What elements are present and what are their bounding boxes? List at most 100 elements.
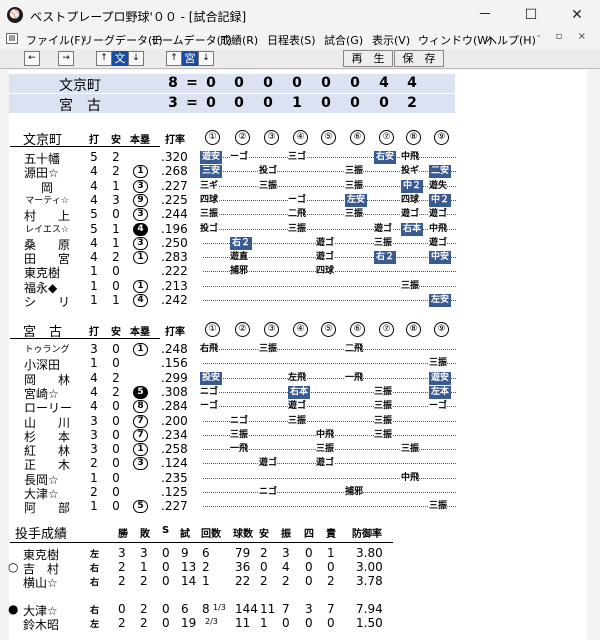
play-result: 遊ゴ — [316, 236, 335, 250]
batter-name[interactable]: 田宮 — [24, 250, 70, 267]
batter-name[interactable]: 杉本 — [24, 428, 70, 444]
save-button[interactable]: 保 存 — [394, 50, 444, 67]
batter-name[interactable]: トゥラング — [24, 342, 70, 356]
batter-name[interactable]: シリ — [24, 293, 70, 309]
batter-name[interactable]: 長岡☆ — [24, 471, 70, 487]
hits: 2 — [112, 250, 120, 265]
hits: 3 — [112, 192, 120, 207]
pitcher-hand: 左 — [90, 550, 100, 560]
pitcher-stat-s: 0 — [162, 616, 170, 630]
pitcher-stat-l: 1 — [140, 560, 148, 574]
down-arrow-icon[interactable]: ↓ — [128, 51, 144, 66]
next-arrow-icon[interactable]: → — [58, 51, 74, 66]
team-select-bunkyo[interactable]: 文 — [112, 51, 128, 66]
menu-schedule[interactable]: 日程表(S) — [267, 32, 316, 48]
play-button[interactable]: 再 生 — [343, 50, 393, 67]
batter-name-part: 宮 — [57, 252, 70, 267]
inning-header: ⑨ — [434, 322, 449, 337]
batter-name[interactable]: 岡林 — [24, 371, 70, 387]
play-result: 三振 — [429, 357, 448, 371]
pitcher-stat-er: 1 — [327, 546, 335, 560]
maximize-button[interactable]: ☐ — [508, 0, 554, 30]
linescore-inning-score: 0 — [263, 75, 273, 91]
batter-name[interactable]: 岡 — [24, 179, 70, 195]
batter-name[interactable]: 小深田 — [24, 356, 70, 372]
play-result: 三ギ — [200, 179, 219, 193]
play-dotted-line — [203, 363, 456, 365]
play-result: 右本 — [401, 222, 424, 236]
batter-name[interactable]: 阿部 — [24, 499, 70, 515]
batter-name[interactable]: レイエス☆ — [24, 222, 70, 236]
batter-name[interactable]: 大津☆ — [24, 485, 70, 501]
pitching-header: 球数 — [233, 529, 253, 540]
pitcher-hand: 右 — [90, 578, 100, 588]
menu-game[interactable]: 試合(G) — [324, 32, 363, 48]
document-icon[interactable]: ▤ — [6, 33, 18, 44]
pitcher-stat-pitches: 36 — [235, 560, 251, 574]
pitcher-innings-fraction: 2/3 — [205, 617, 218, 626]
batter-name[interactable]: 正木 — [24, 456, 70, 473]
batter-name-part: 木 — [57, 458, 70, 473]
pitcher-stat-pitches: 11 — [235, 616, 251, 630]
play-result: ニゴ — [230, 414, 249, 428]
linescore-inning-score: 0 — [292, 75, 302, 91]
batter-name[interactable]: ローリー — [24, 399, 72, 415]
inning-header: ① — [205, 130, 220, 145]
batter-name[interactable]: 宮崎☆ — [24, 385, 70, 401]
play-result: 遊ゴ — [288, 400, 307, 414]
up-arrow-icon[interactable]: ↑ — [166, 51, 182, 66]
batter-name[interactable]: 紅林 — [24, 442, 70, 458]
home-run-count: 4 — [133, 222, 148, 236]
minimize-button[interactable]: － — [462, 0, 508, 30]
at-bats: 4 — [90, 384, 98, 399]
menu-view[interactable]: 表示(V) — [372, 32, 410, 48]
batting-average: .227 — [161, 499, 188, 514]
batter-name[interactable]: 村上 — [24, 207, 70, 223]
play-result: 中２ — [429, 193, 452, 207]
home-run-count: 1 — [133, 165, 148, 179]
batter-name[interactable]: 福永◆ — [24, 279, 70, 295]
play-result: 三振 — [259, 179, 278, 193]
up-arrow-icon[interactable]: ↑ — [96, 51, 112, 66]
batter-name[interactable]: 源田☆ — [24, 164, 70, 180]
play-result: 遊直 — [230, 251, 249, 265]
hits: 0 — [112, 356, 120, 371]
play-result: 四球 — [401, 193, 420, 207]
play-result: 四球 — [200, 193, 219, 207]
batter-name[interactable]: 五十幡 — [24, 150, 70, 166]
play-result: 遊ゴ — [429, 208, 448, 222]
batting-average: .268 — [161, 164, 188, 179]
home-run-count: 5 — [133, 385, 148, 399]
pitcher-name[interactable]: 横山☆ — [23, 574, 58, 591]
pitcher-stat-er: 0 — [327, 616, 335, 630]
mdi-window-controls[interactable]: - ▫ × — [537, 31, 592, 42]
header-home-runs: 本塁 — [130, 135, 150, 146]
pitcher-innings-fraction: 1/3 — [213, 603, 226, 612]
batter-name[interactable]: 東克樹 — [24, 264, 70, 280]
hits: 1 — [112, 178, 120, 193]
batter-name[interactable]: マーティ☆ — [24, 193, 70, 207]
play-dotted-line — [203, 406, 456, 408]
play-result: ーゴ — [429, 400, 448, 414]
batting-average: .284 — [161, 399, 188, 414]
pitcher-name[interactable]: 鈴木昭 — [23, 616, 59, 633]
menu-help[interactable]: ヘルプ(H) — [486, 32, 536, 48]
batter-name[interactable]: 桑原 — [24, 236, 70, 252]
menu-records[interactable]: 成績(R) — [220, 32, 258, 48]
pitcher-stat-era: 3.00 — [356, 560, 383, 574]
batter-name[interactable]: 山川 — [24, 414, 70, 430]
pitcher-stat-l: 2 — [140, 574, 148, 588]
play-result: 中安 — [429, 251, 452, 265]
menu-window[interactable]: ウィンドウ(W) — [418, 32, 492, 48]
team-select-miyako[interactable]: 宮 — [182, 51, 198, 66]
play-result: ーゴ — [288, 193, 307, 207]
prev-arrow-icon[interactable]: ← — [24, 51, 40, 66]
pitcher-stat-w: 3 — [118, 546, 126, 560]
menu-file[interactable]: ファイル(F) — [26, 32, 85, 48]
pitcher-stat-k: 2 — [282, 574, 290, 588]
down-arrow-icon[interactable]: ↓ — [198, 51, 214, 66]
batter-name-part: 林 — [57, 372, 70, 387]
inning-header: ⑥ — [350, 322, 365, 337]
close-button[interactable]: ✕ — [554, 0, 600, 30]
hits: 0 — [112, 278, 120, 293]
